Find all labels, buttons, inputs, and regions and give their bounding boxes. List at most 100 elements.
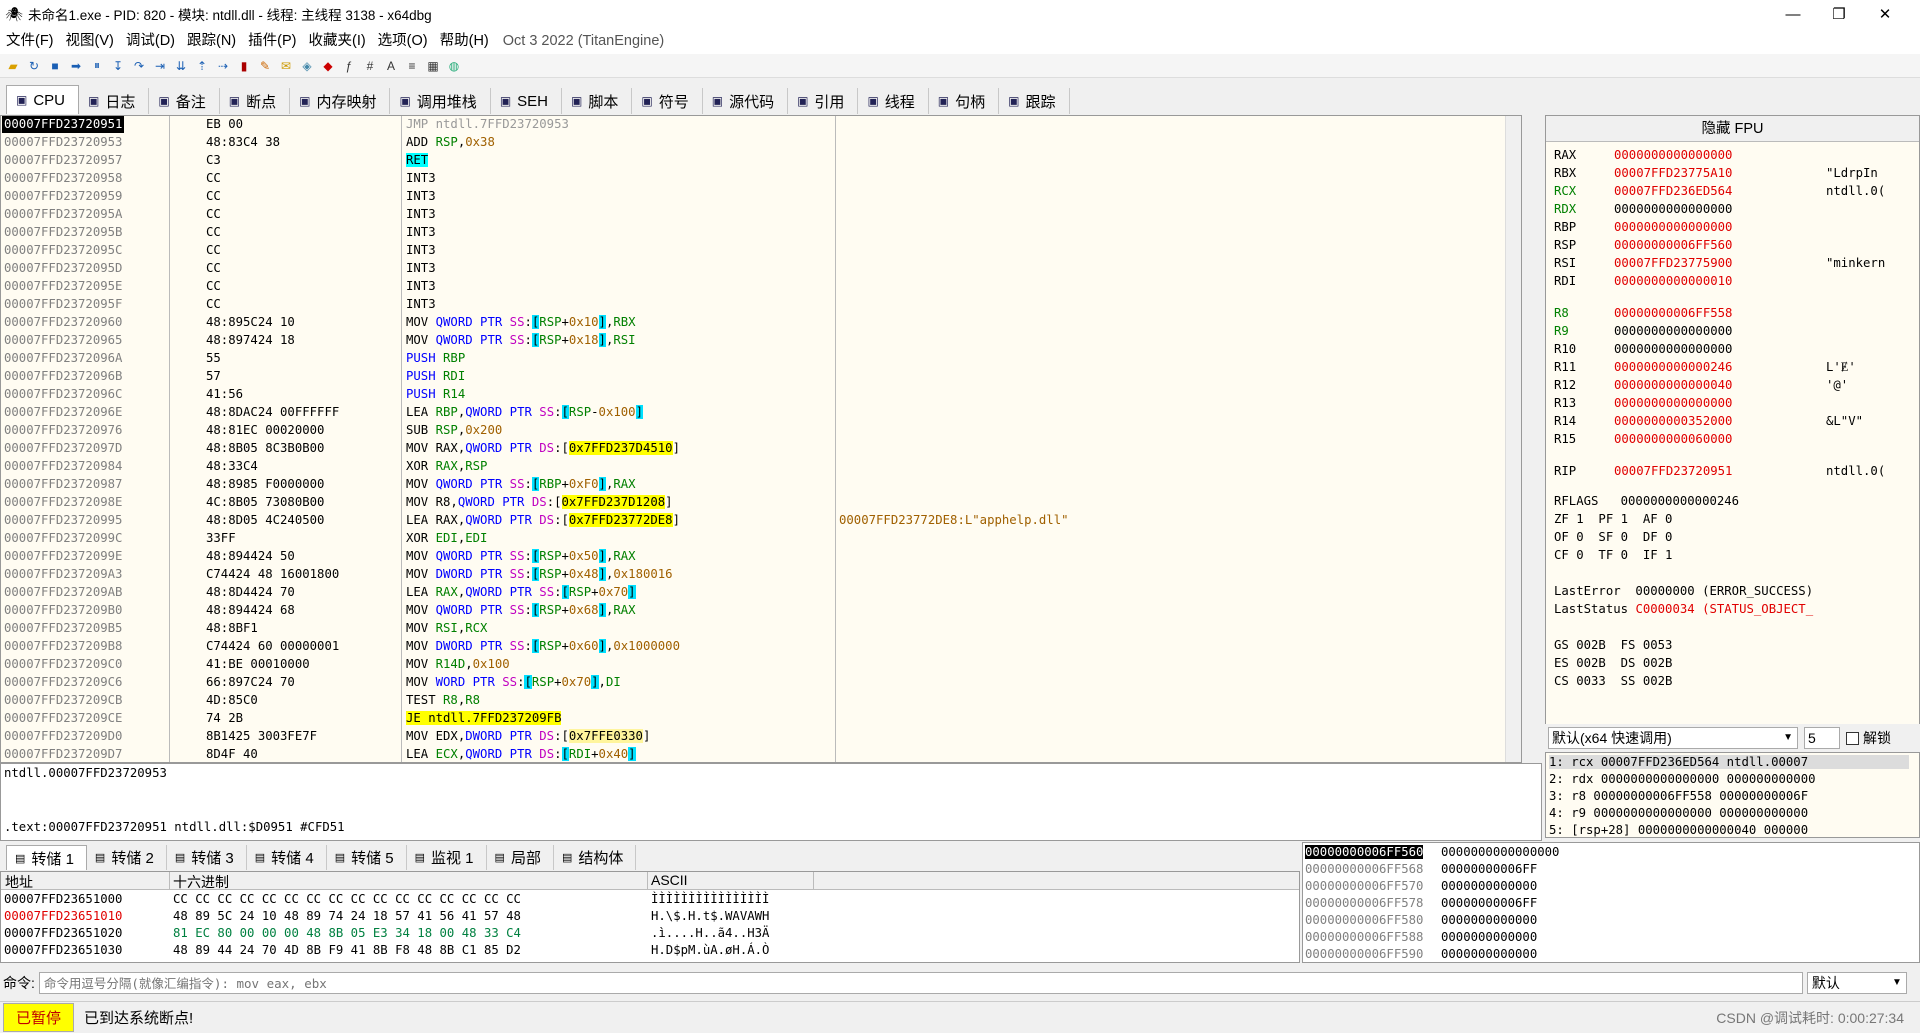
stop-icon[interactable]: ■ xyxy=(46,57,64,75)
disasm-row[interactable]: 00007FFD23720976 48:81EC 00020000 SUB RSP,… xyxy=(1,422,1506,439)
menu-favourites[interactable]: 收藏夹(I) xyxy=(302,28,371,54)
comment-icon[interactable]: ✉ xyxy=(277,57,295,75)
disassembly-scrollbar[interactable] xyxy=(1505,116,1521,762)
argument-row[interactable]: 4: r9 0000000000000000 000000000000 xyxy=(1549,806,1808,820)
dump-tab-4[interactable]: ▤ 转储 5 xyxy=(327,845,407,870)
disasm-row[interactable]: 00007FFD23720984 48:33C4 XOR RAX,RSP xyxy=(1,458,1506,475)
register-rdx[interactable]: RDX 0000000000000000 xyxy=(1554,200,1826,218)
register-rip[interactable]: RIP 00007FFD23720951 ntdll.0( xyxy=(1554,462,1885,480)
trace-into-icon[interactable]: ⇥ xyxy=(151,57,169,75)
disasm-row[interactable]: 00007FFD237209A3 C74424 48 16001800 MOV DW… xyxy=(1,566,1506,583)
disasm-row[interactable]: 00007FFD2372095E CC INT3 xyxy=(1,278,1506,295)
disasm-row[interactable]: 00007FFD23720959 CC INT3 xyxy=(1,188,1506,205)
unlock-checkbox[interactable] xyxy=(1846,731,1859,745)
register-rsp[interactable]: RSP 00000000006FF560 xyxy=(1554,236,1826,254)
hash-icon[interactable]: # xyxy=(361,57,379,75)
open-icon[interactable]: ▰ xyxy=(4,57,22,75)
disasm-row[interactable]: 00007FFD237209C6 66:897C24 70 MOV WORD PTR… xyxy=(1,674,1506,691)
disasm-row[interactable]: 00007FFD23720987 48:8985 F0000000 MOV QWOR… xyxy=(1,476,1506,493)
disasm-row[interactable]: 00007FFD2372097D 48:8B05 8C3B0B00 MOV RAX,… xyxy=(1,440,1506,457)
font-icon[interactable]: A xyxy=(382,57,400,75)
flags-row-2[interactable]: OF 0 SF 0 DF 0 xyxy=(1554,528,1672,546)
function-icon[interactable]: ƒ xyxy=(340,57,358,75)
tab-breakpoint[interactable]: ▣ 断点 xyxy=(219,88,291,114)
disasm-row[interactable]: 00007FFD237209B8 C74424 60 00000001 MOV DW… xyxy=(1,638,1506,655)
flags-row-1[interactable]: ZF 1 PF 1 AF 0 xyxy=(1554,510,1672,528)
disasm-row[interactable]: 00007FFD23720995 48:8D05 4C240500 LEA RAX,… xyxy=(1,512,1506,529)
trace-over-icon[interactable]: ⇊ xyxy=(172,57,190,75)
menu-debug[interactable]: 调试(D) xyxy=(120,28,181,54)
argument-row[interactable]: 3: r8 00000000006FF558 00000000006F xyxy=(1549,789,1808,803)
tab-threads[interactable]: ▣ 线程 xyxy=(858,88,929,114)
dump-tab-1[interactable]: ▤ 转储 2 xyxy=(87,845,167,870)
last-error[interactable]: LastError 00000000 (ERROR_SUCCESS) xyxy=(1554,582,1813,600)
disasm-row[interactable]: 00007FFD2372095F CC INT3 xyxy=(1,296,1506,313)
run-to-user-code-icon[interactable]: ⇢ xyxy=(214,57,232,75)
register-r12[interactable]: R12 0000000000000040 '@' xyxy=(1554,376,1848,394)
execute-till-return-icon[interactable]: ⇡ xyxy=(193,57,211,75)
register-r13[interactable]: R13 0000000000000000 xyxy=(1554,394,1826,412)
maximize-button[interactable]: ❐ xyxy=(1816,0,1862,28)
disasm-row[interactable]: 00007FFD237209CE 74 2B JE ntdll.7FFD237209… xyxy=(1,710,1506,727)
pause-icon[interactable]: ⏸ xyxy=(88,57,106,75)
restart-icon[interactable]: ↻ xyxy=(25,57,43,75)
patch-icon[interactable]: ✎ xyxy=(256,57,274,75)
menu-trace[interactable]: 跟踪(N) xyxy=(181,28,242,54)
register-rsi[interactable]: RSI 00007FFD23775900 "minkern xyxy=(1554,254,1885,272)
scylla-icon[interactable]: ▮ xyxy=(235,57,253,75)
disassembly-view[interactable]: 00007FFD23720951 EB 00 JMP ntdll.7FFD23720… xyxy=(0,115,1522,763)
segment-seg1[interactable]: GS 002B FS 0053 xyxy=(1554,636,1672,654)
step-over-icon[interactable]: ↷ xyxy=(130,57,148,75)
register-rcx[interactable]: RCX 00007FFD236ED564 ntdll.0( xyxy=(1554,182,1885,200)
arg-count-spinner[interactable]: 5 xyxy=(1804,727,1840,749)
dump-tab-6[interactable]: ▤ 局部 xyxy=(487,845,554,870)
stack-view[interactable]: 00000000006FF560 0000000000000000 00000000… xyxy=(1302,842,1920,963)
disasm-row[interactable]: 00007FFD2372096B 57 PUSH RDI xyxy=(1,368,1506,385)
register-r10[interactable]: R10 0000000000000000 xyxy=(1554,340,1826,358)
disasm-row[interactable]: 00007FFD237209C0 41:BE 00010000 MOV R14D,0… xyxy=(1,656,1506,673)
disasm-row[interactable]: 00007FFD23720960 48:895C24 10 MOV QWORD PT… xyxy=(1,314,1506,331)
hide-fpu-toggle[interactable]: 隐藏 FPU xyxy=(1546,116,1919,142)
register-r9[interactable]: R9 0000000000000000 xyxy=(1554,322,1826,340)
tab-cpu[interactable]: ▣ CPU xyxy=(6,85,80,114)
calling-convention-select[interactable]: 默认(x64 快速调用) ▼ xyxy=(1548,727,1798,749)
disasm-row[interactable]: 00007FFD23720958 CC INT3 xyxy=(1,170,1506,187)
flags-row-3[interactable]: CF 0 TF 0 IF 1 xyxy=(1554,546,1672,564)
menu-file[interactable]: 文件(F) xyxy=(0,28,60,54)
calculator-icon[interactable]: ▦ xyxy=(424,57,442,75)
disasm-row[interactable]: 00007FFD237209B0 48:894424 68 MOV QWORD PT… xyxy=(1,602,1506,619)
bookmark-icon[interactable]: ◆ xyxy=(319,57,337,75)
disasm-row[interactable]: 00007FFD237209D7 8D4F 40 LEA ECX,QWORD PTR… xyxy=(1,746,1506,762)
tab-seh[interactable]: ▣ SEH xyxy=(490,88,562,114)
disasm-row[interactable]: 00007FFD2372095A CC INT3 xyxy=(1,206,1506,223)
rflags[interactable]: RFLAGS 0000000000000246 xyxy=(1554,492,1739,510)
register-rax[interactable]: RAX 0000000000000000 xyxy=(1554,146,1826,164)
disasm-row[interactable]: 00007FFD23720951 EB 00 JMP ntdll.7FFD23720… xyxy=(1,116,1506,133)
globe-icon[interactable]: ◍ xyxy=(445,57,463,75)
register-r15[interactable]: R15 0000000000060000 xyxy=(1554,430,1826,448)
dump-tab-7[interactable]: ▤ 结构体 xyxy=(554,845,637,870)
tab-references[interactable]: ▣ 引用 xyxy=(788,88,859,114)
disasm-row[interactable]: 00007FFD23720965 48:897424 18 MOV QWORD PT… xyxy=(1,332,1506,349)
disasm-row[interactable]: 00007FFD237209D0 8B1425 3003FE7F MOV EDX,D… xyxy=(1,728,1506,745)
disasm-row[interactable]: 00007FFD2372098E 4C:8B05 73080B00 MOV R8,Q… xyxy=(1,494,1506,511)
tab-memory-map[interactable]: ▣ 内存映射 xyxy=(290,88,391,114)
dump-tab-2[interactable]: ▤ 转储 3 xyxy=(167,845,247,870)
register-rbx[interactable]: RBX 00007FFD23775A10 "LdrpIn xyxy=(1554,164,1878,182)
minimize-button[interactable]: — xyxy=(1770,0,1816,28)
run-icon[interactable]: ➡ xyxy=(67,57,85,75)
register-r11[interactable]: R11 0000000000000246 L'Ɇ' xyxy=(1554,358,1856,376)
register-rdi[interactable]: RDI 0000000000000010 xyxy=(1554,272,1826,290)
menu-view[interactable]: 视图(V) xyxy=(60,28,120,54)
disasm-row[interactable]: 00007FFD237209CB 4D:85C0 TEST R8,R8 xyxy=(1,692,1506,709)
disasm-row[interactable]: 00007FFD2372096C 41:56 PUSH R14 xyxy=(1,386,1506,403)
arguments-view[interactable]: 1: rcx 00007FFD236ED564 ntdll.00007 2: rd… xyxy=(1545,752,1920,838)
hex-dump-view[interactable]: 地址 十六进制 ASCII 00007FFD23651000 CC CC CC C… xyxy=(0,871,1300,963)
disasm-row[interactable]: 00007FFD2372095D CC INT3 xyxy=(1,260,1506,277)
disasm-row[interactable]: 00007FFD2372096A 55 PUSH RBP xyxy=(1,350,1506,367)
command-mode-select[interactable]: 默认 ▼ xyxy=(1806,972,1907,994)
disasm-row[interactable]: 00007FFD2372095B CC INT3 xyxy=(1,224,1506,241)
dump-tab-5[interactable]: ▤ 监视 1 xyxy=(407,845,487,870)
tab-script[interactable]: ▣ 脚本 xyxy=(562,88,633,114)
argument-row[interactable]: 2: rdx 0000000000000000 000000000000 xyxy=(1549,772,1816,786)
